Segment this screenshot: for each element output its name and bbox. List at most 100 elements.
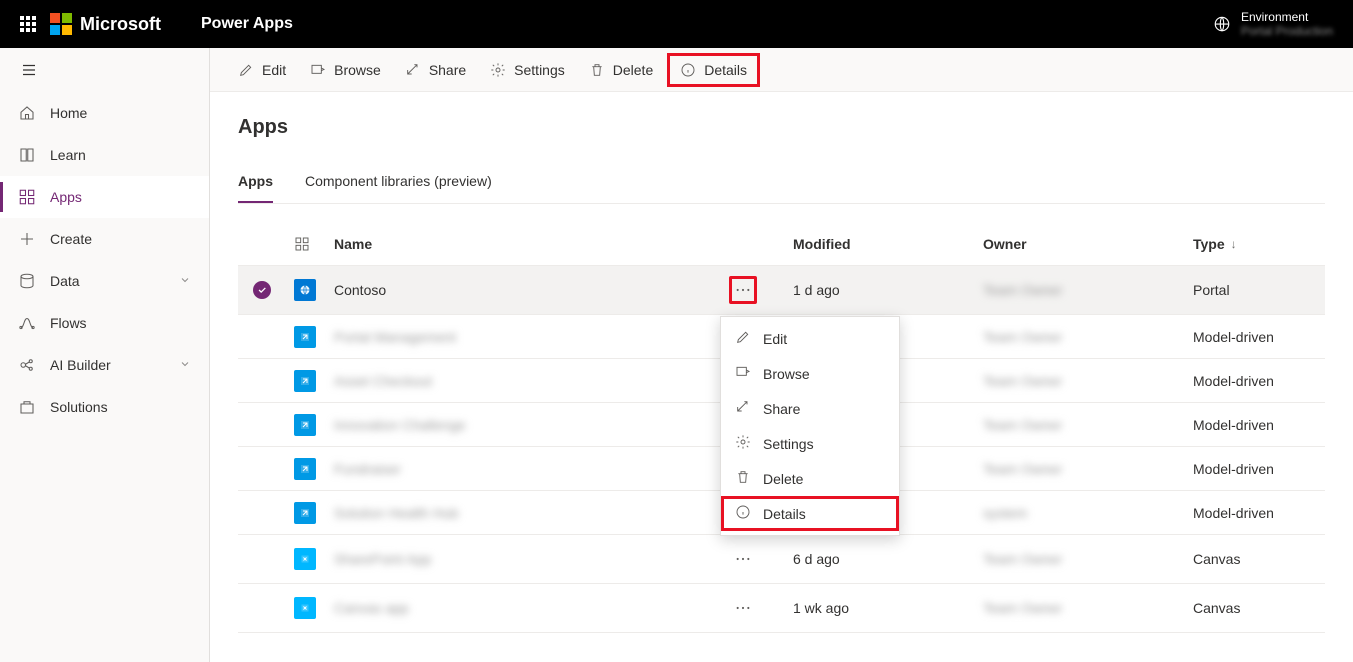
menu-item-label: Browse xyxy=(763,366,810,382)
row-more-button[interactable] xyxy=(729,545,757,573)
microsoft-brand-text: Microsoft xyxy=(80,14,161,35)
environment-selector[interactable]: Environment Portal Production xyxy=(1213,10,1343,38)
menu-item-label: Edit xyxy=(763,331,787,347)
header-name[interactable]: Name xyxy=(326,226,721,262)
sidebar-item-home[interactable]: Home xyxy=(0,92,209,134)
left-nav: Home Learn Apps Create Data Flows AI Builder So… xyxy=(0,48,210,662)
sidebar-item-learn[interactable]: Learn xyxy=(0,134,209,176)
sidebar-item-data[interactable]: Data xyxy=(0,260,209,302)
type-cell: Portal xyxy=(1193,282,1230,298)
type-cell: Model-driven xyxy=(1193,505,1274,521)
header-owner[interactable]: Owner xyxy=(975,226,1185,262)
table-row[interactable]: SharePoint App6 d agoTeam OwnerCanvas xyxy=(238,535,1325,584)
type-cell: Model-driven xyxy=(1193,461,1274,477)
app-type-icon xyxy=(294,370,316,392)
product-name: Power Apps xyxy=(201,15,293,33)
tabs: Apps Component libraries (preview) xyxy=(238,167,1325,204)
details-label: Details xyxy=(704,62,747,78)
sidebar-item-apps[interactable]: Apps xyxy=(0,176,209,218)
browse-icon xyxy=(735,364,751,383)
sidebar-item-label: Create xyxy=(50,231,92,247)
sidebar-item-label: Solutions xyxy=(50,399,108,415)
modified-cell: 1 wk ago xyxy=(793,600,849,616)
menu-item-share[interactable]: Share xyxy=(721,391,899,426)
type-cell: Model-driven xyxy=(1193,417,1274,433)
app-type-icon xyxy=(294,326,316,348)
sidebar-item-solutions[interactable]: Solutions xyxy=(0,386,209,428)
menu-item-settings[interactable]: Settings xyxy=(721,426,899,461)
settings-label: Settings xyxy=(514,62,565,78)
details-icon xyxy=(735,504,751,523)
modified-cell: 1 d ago xyxy=(793,282,840,298)
apps-icon xyxy=(18,188,36,206)
owner-cell: Team Owner xyxy=(983,551,1062,567)
tab-apps[interactable]: Apps xyxy=(238,167,273,203)
menu-item-label: Details xyxy=(763,506,806,522)
header-icon-col xyxy=(286,226,326,262)
edit-label: Edit xyxy=(262,62,286,78)
menu-item-delete[interactable]: Delete xyxy=(721,461,899,496)
delete-icon xyxy=(735,469,751,488)
edit-button[interactable]: Edit xyxy=(228,56,296,84)
type-cell: Model-driven xyxy=(1193,329,1274,345)
chevron-down-icon xyxy=(179,357,191,373)
sidebar-item-ai-builder[interactable]: AI Builder xyxy=(0,344,209,386)
app-name: Canvas app xyxy=(334,600,409,616)
menu-item-edit[interactable]: Edit xyxy=(721,321,899,356)
app-name: Solution Health Hub xyxy=(334,505,459,521)
book-icon xyxy=(18,146,36,164)
table-row[interactable]: Canvas app1 wk agoTeam OwnerCanvas xyxy=(238,584,1325,633)
browse-button[interactable]: Browse xyxy=(300,56,391,84)
owner-cell: Team Owner xyxy=(983,373,1062,389)
sidebar-item-label: Learn xyxy=(50,147,86,163)
app-launcher-icon[interactable] xyxy=(20,16,36,32)
ai-icon xyxy=(18,356,36,374)
plus-icon xyxy=(18,230,36,248)
sidebar-item-label: Flows xyxy=(50,315,87,331)
settings-button[interactable]: Settings xyxy=(480,56,575,84)
menu-item-details[interactable]: Details xyxy=(721,496,899,531)
row-more-button[interactable] xyxy=(729,276,757,304)
owner-cell: Team Owner xyxy=(983,282,1062,298)
row-context-menu: Edit Browse Share SettingsDelete Details xyxy=(720,316,900,536)
sidebar-item-label: AI Builder xyxy=(50,357,111,373)
table-header: Name Modified Owner Type ↓ xyxy=(238,222,1325,266)
sidebar-item-create[interactable]: Create xyxy=(0,218,209,260)
type-cell: Canvas xyxy=(1193,551,1240,567)
sidebar-item-label: Data xyxy=(50,273,80,289)
microsoft-logo: Microsoft xyxy=(50,13,161,35)
owner-cell: Team Owner xyxy=(983,600,1062,616)
row-selected-check-icon[interactable] xyxy=(253,281,271,299)
app-type-icon xyxy=(294,548,316,570)
sidebar-item-flows[interactable]: Flows xyxy=(0,302,209,344)
header-type[interactable]: Type ↓ xyxy=(1185,226,1325,262)
app-name: Innovation Challenge xyxy=(334,417,466,433)
owner-cell: system xyxy=(983,505,1027,521)
details-button[interactable]: Details xyxy=(667,53,760,87)
chevron-down-icon xyxy=(179,273,191,289)
solutions-icon xyxy=(18,398,36,416)
edit-icon xyxy=(735,329,751,348)
menu-item-label: Share xyxy=(763,401,800,417)
environment-name: Portal Production xyxy=(1241,24,1333,38)
owner-cell: Team Owner xyxy=(983,461,1062,477)
microsoft-logo-icon xyxy=(50,13,72,35)
tab-component-libraries[interactable]: Component libraries (preview) xyxy=(305,167,492,203)
table-row[interactable]: Contoso1 d agoTeam OwnerPortal xyxy=(238,266,1325,315)
owner-cell: Team Owner xyxy=(983,329,1062,345)
modified-cell: 6 d ago xyxy=(793,551,840,567)
share-button[interactable]: Share xyxy=(395,56,476,84)
environment-label: Environment xyxy=(1241,10,1333,24)
sort-down-icon: ↓ xyxy=(1231,237,1237,251)
collapse-nav-button[interactable] xyxy=(0,48,209,92)
flow-icon xyxy=(18,314,36,332)
delete-label: Delete xyxy=(613,62,653,78)
menu-item-browse[interactable]: Browse xyxy=(721,356,899,391)
browse-label: Browse xyxy=(334,62,381,78)
header-modified[interactable]: Modified xyxy=(785,226,975,262)
app-type-icon xyxy=(294,502,316,524)
app-type-icon xyxy=(294,458,316,480)
row-more-button[interactable] xyxy=(729,594,757,622)
app-type-icon xyxy=(294,414,316,436)
delete-button[interactable]: Delete xyxy=(579,56,663,84)
